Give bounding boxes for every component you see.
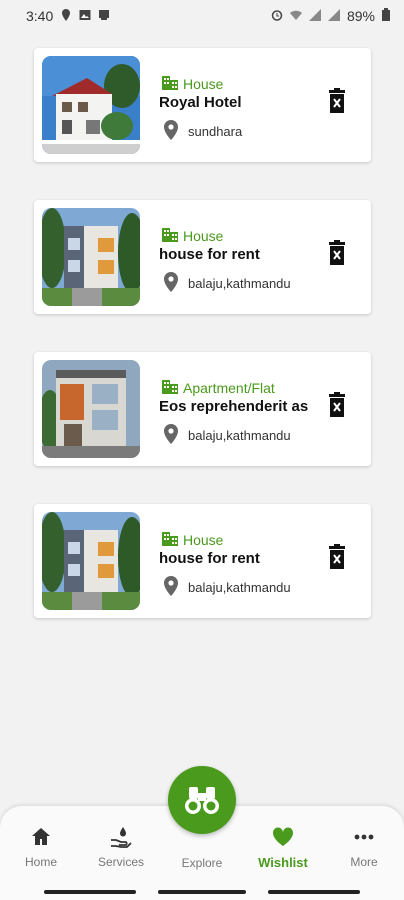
delete-button[interactable] [326,240,348,266]
location-status-icon [60,8,72,24]
category-label: House [161,225,223,246]
system-nav-home[interactable] [158,890,246,894]
system-nav-recent[interactable] [44,890,136,894]
location-row: balaju,kathmandu [162,271,291,296]
battery-icon [382,8,390,24]
category-text: House [183,531,224,548]
nav-explore-label: Explore [181,856,223,870]
status-time: 3:40 [26,8,54,24]
nav-services[interactable]: Services [86,826,156,869]
location-row: balaju,kathmandu [162,423,291,448]
nav-explore[interactable]: Explore [167,856,237,870]
building-icon [161,377,179,398]
location-row: sundhara [162,119,242,144]
delete-button[interactable] [326,88,348,114]
location-text: balaju,kathmandu [188,276,291,291]
building-icon [161,529,179,550]
location-pin-icon [162,271,180,296]
location-text: balaju,kathmandu [188,428,291,443]
binoculars-icon [185,787,219,814]
system-nav-back[interactable] [268,890,360,894]
category-text: Apartment/Flat [183,379,275,396]
nav-home[interactable]: Home [6,826,76,869]
status-bar: 3:40 89% [0,0,404,32]
signal-icon [308,8,321,24]
notification-status-icon [98,8,110,24]
category-text: House [183,75,224,92]
more-dots-icon [354,834,374,840]
property-photo-modern-house[interactable] [42,208,140,306]
delete-button[interactable] [326,392,348,418]
location-pin-icon [162,575,180,600]
category-text: House [183,227,224,244]
nav-more[interactable]: More [329,826,399,869]
services-hand-icon [111,827,132,848]
category-label: Apartment/Flat [161,377,275,398]
property-photo-white-villa[interactable] [42,56,140,154]
trash-icon [329,544,345,569]
location-row: balaju,kathmandu [162,575,291,600]
signal-2-icon [327,8,340,24]
wishlist-card[interactable]: House Royal Hotel sundhara [34,48,371,162]
location-text: sundhara [188,124,243,139]
wishlist-card[interactable]: House house for rent balaju,kathmandu [34,200,371,314]
location-pin-icon [162,119,180,144]
property-photo-modern-house[interactable] [42,512,140,610]
property-photo-orange-apartment[interactable] [42,360,140,458]
heart-icon [272,827,294,846]
home-icon [32,828,50,845]
nav-wishlist[interactable]: Wishlist [248,826,318,870]
wishlist-card[interactable]: Apartment/Flat Eos reprehenderit as bala… [34,352,371,466]
wishlist-list: House Royal Hotel sundhara House house f… [34,48,371,656]
nav-wishlist-label: Wishlist [258,855,308,870]
nav-services-label: Services [97,855,144,869]
gallery-status-icon [79,8,91,24]
trash-icon [329,392,345,417]
delete-button[interactable] [326,544,348,570]
explore-fab[interactable] [168,766,236,834]
building-icon [161,225,179,246]
location-pin-icon [162,423,180,448]
building-icon [161,73,179,94]
property-title: Royal Hotel [159,94,242,111]
category-label: House [161,73,223,94]
nav-home-label: Home [24,855,57,869]
property-title: house for rent [159,550,260,567]
battery-percent: 89% [346,8,375,24]
category-label: House [161,529,223,550]
wishlist-card[interactable]: House house for rent balaju,kathmandu [34,504,371,618]
location-text: balaju,kathmandu [188,580,291,595]
trash-icon [329,240,345,265]
wifi-icon [289,8,302,24]
nav-more-label: More [350,855,378,869]
property-title: house for rent [159,246,260,263]
alarm-icon [271,8,283,24]
property-title: Eos reprehenderit as [159,398,309,415]
trash-icon [329,88,345,113]
